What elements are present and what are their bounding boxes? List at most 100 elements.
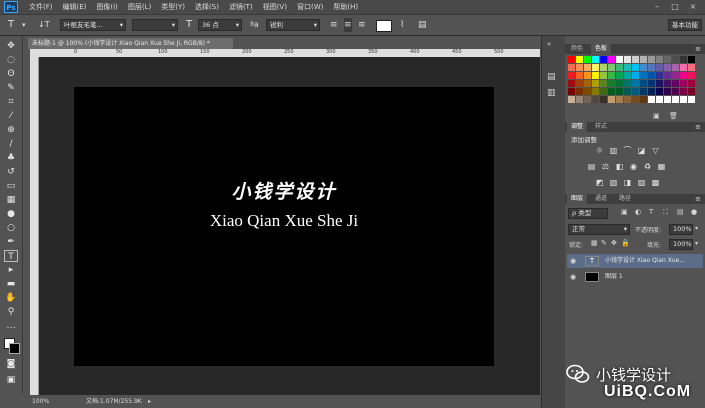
font-family-select[interactable]: 叶根友毛笔... ▾	[60, 19, 126, 31]
panel-menu-icon[interactable]: ≡	[695, 44, 701, 54]
warp-text-icon[interactable]: ⌇	[400, 18, 404, 32]
color-swatch[interactable]	[672, 56, 679, 63]
character-panel-icon[interactable]: ▤	[418, 18, 427, 32]
more-tools-icon[interactable]: …	[4, 320, 18, 332]
selective-color-icon[interactable]: ▨	[637, 178, 646, 187]
color-swatch[interactable]	[640, 88, 647, 95]
color-swatch[interactable]	[600, 64, 607, 71]
color-swatch[interactable]	[688, 80, 695, 87]
color-swatch[interactable]	[584, 96, 591, 103]
anti-alias-select[interactable]: 锐利 ▾	[266, 19, 320, 31]
filter-type-icon[interactable]: T	[649, 208, 653, 216]
dodge-tool-icon[interactable]: ○	[4, 222, 18, 234]
color-swatch[interactable]	[680, 72, 687, 79]
background-color-swatch[interactable]	[9, 343, 20, 354]
color-swatch[interactable]	[568, 64, 575, 71]
channel-mixer-icon[interactable]: ♻	[643, 162, 652, 171]
type-tool-icon[interactable]: T	[4, 250, 18, 262]
color-swatch[interactable]	[632, 80, 639, 87]
healing-brush-tool-icon[interactable]: ⊕	[4, 124, 18, 136]
color-swatch[interactable]	[616, 72, 623, 79]
menu-filter[interactable]: 滤镜(T)	[224, 2, 258, 12]
color-swatch[interactable]	[568, 80, 575, 87]
status-menu-icon[interactable]: ▸	[148, 396, 151, 408]
close-icon[interactable]: ×	[686, 1, 700, 12]
color-lookup-icon[interactable]: ▦	[657, 162, 666, 171]
menu-layer[interactable]: 图层(L)	[123, 2, 156, 12]
visibility-eye-icon[interactable]: ◉	[570, 254, 580, 268]
posterize-icon[interactable]: ▧	[609, 178, 618, 187]
color-swatch[interactable]	[592, 88, 599, 95]
color-swatch[interactable]	[688, 72, 695, 79]
color-swatch[interactable]	[592, 72, 599, 79]
menu-type[interactable]: 类型(Y)	[156, 2, 190, 12]
panel-menu-icon[interactable]: ≡	[695, 194, 701, 204]
align-left-icon[interactable]: ≡	[330, 18, 338, 32]
tab-paths[interactable]: 路径	[615, 194, 635, 204]
color-swatch[interactable]	[656, 80, 663, 87]
color-swatch[interactable]	[576, 80, 583, 87]
blur-tool-icon[interactable]: ●	[4, 208, 18, 220]
quick-select-tool-icon[interactable]: ✎	[4, 82, 18, 94]
delete-swatch-icon[interactable]: 🗑	[669, 112, 678, 120]
color-swatch[interactable]	[664, 88, 671, 95]
color-swatch[interactable]	[632, 72, 639, 79]
color-swatch[interactable]	[664, 72, 671, 79]
eraser-tool-icon[interactable]: ▭	[4, 180, 18, 192]
maximize-icon[interactable]: □	[668, 1, 682, 12]
color-swatch[interactable]	[616, 88, 623, 95]
color-swatch[interactable]	[640, 56, 647, 63]
black-white-icon[interactable]: ◧	[615, 162, 624, 171]
opacity-field[interactable]: 100%	[669, 224, 693, 235]
brush-tool-icon[interactable]: /	[4, 138, 18, 150]
tab-color[interactable]: 颜色	[567, 44, 587, 54]
threshold-icon[interactable]: ◨	[623, 178, 632, 187]
marquee-tool-icon[interactable]: ◌	[4, 54, 18, 66]
visibility-eye-icon[interactable]: ◉	[570, 270, 580, 284]
eyedropper-tool-icon[interactable]: ⁄	[4, 110, 18, 122]
menu-help[interactable]: 帮助(H)	[328, 2, 363, 12]
color-swatch[interactable]	[688, 56, 695, 63]
color-balance-icon[interactable]: ⚖	[601, 162, 610, 171]
color-swatch[interactable]	[576, 88, 583, 95]
color-swatch[interactable]	[688, 64, 695, 71]
workspace-select[interactable]: 基本功能	[668, 19, 702, 31]
hue-saturation-icon[interactable]: ▤	[587, 162, 596, 171]
color-swatch[interactable]	[568, 96, 575, 103]
color-swatch[interactable]	[632, 88, 639, 95]
gradient-tool-icon[interactable]: ▦	[4, 194, 18, 206]
color-swatch[interactable]	[600, 88, 607, 95]
clone-stamp-tool-icon[interactable]: ♣	[4, 152, 18, 164]
color-swatch[interactable]	[680, 56, 687, 63]
color-swatch[interactable]	[632, 96, 639, 103]
color-swatch[interactable]	[648, 56, 655, 63]
color-swatch[interactable]	[624, 64, 631, 71]
text-color-swatch[interactable]	[376, 20, 392, 32]
opacity-chevron-icon[interactable]: ▾	[695, 225, 698, 232]
color-swatch[interactable]	[688, 88, 695, 95]
color-swatch[interactable]	[640, 64, 647, 71]
filter-pixel-icon[interactable]: ▣	[621, 208, 628, 216]
vibrance-icon[interactable]: ▽	[651, 146, 660, 155]
color-swatch[interactable]	[616, 80, 623, 87]
align-right-icon[interactable]: ≡	[358, 18, 366, 32]
color-swatch[interactable]	[648, 80, 655, 87]
filter-adjust-icon[interactable]: ◐	[635, 208, 641, 216]
color-swatch[interactable]	[672, 96, 679, 103]
color-swatch[interactable]	[616, 96, 623, 103]
color-swatch[interactable]	[584, 56, 591, 63]
color-swatch[interactable]	[656, 64, 663, 71]
move-tool-icon[interactable]: ✥	[4, 40, 18, 52]
document-canvas[interactable]: 小钱学设计 Xiao Qian Xue She Ji	[74, 87, 494, 366]
color-swatch[interactable]	[664, 56, 671, 63]
zoom-tool-icon[interactable]: ⚲	[4, 306, 18, 318]
swatch-grid[interactable]	[568, 56, 698, 124]
text-tool-icon[interactable]: T	[8, 18, 14, 32]
layer-row-text[interactable]: ◉ T 小钱学设计 Xiao Qian Xue...	[567, 254, 703, 268]
gradient-map-icon[interactable]: ▩	[651, 178, 660, 187]
color-swatch[interactable]	[640, 96, 647, 103]
color-swatch[interactable]	[688, 96, 695, 103]
color-swatch[interactable]	[648, 64, 655, 71]
color-swatch[interactable]	[624, 72, 631, 79]
color-swatch[interactable]	[672, 88, 679, 95]
